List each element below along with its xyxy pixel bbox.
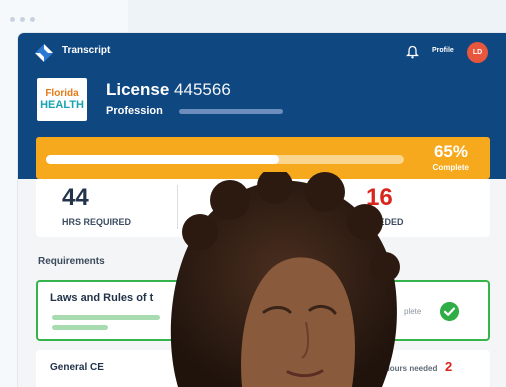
license-label: License [106, 80, 170, 99]
progress-fill [46, 155, 279, 164]
requirement-title: Laws and Rules of t [50, 292, 154, 304]
person-photo [170, 172, 400, 387]
window-dots [10, 17, 35, 22]
progress-percent: 65% [433, 142, 468, 161]
avatar[interactable]: LD [467, 42, 488, 63]
checkmark-icon [440, 302, 459, 321]
florida-health-logo: Florida HEALTH [37, 78, 87, 121]
requirements-heading: Requirements [38, 256, 105, 267]
requirement-placeholder-bar [52, 325, 108, 330]
requirement-title: General CE [50, 362, 104, 373]
app-title: Transcript [62, 45, 111, 56]
profession-placeholder-bar [179, 109, 283, 114]
hours-required-value: 44 [62, 184, 89, 211]
header-area: Transcript Profile LD Florida HEALTH Lic… [18, 33, 506, 179]
window-dot [10, 17, 15, 22]
logo-text-bottom: HEALTH [40, 99, 84, 111]
hours-required-label: HRS REQUIRED [62, 217, 132, 227]
profession-label: Profession [106, 105, 163, 117]
transcript-logo-icon [35, 44, 53, 62]
logo-text-top: Florida [45, 88, 79, 99]
window-dot [20, 17, 25, 22]
bell-icon[interactable] [406, 45, 419, 59]
progress-track [46, 155, 404, 164]
license-heading: License 445566 [106, 80, 231, 100]
window-dot [30, 17, 35, 22]
profile-link[interactable]: Profile [432, 47, 454, 54]
hours-needed-value: 2 [445, 359, 453, 374]
progress-status: Complete [432, 163, 469, 172]
license-number: 445566 [174, 80, 231, 99]
requirement-placeholder-bar [52, 315, 160, 320]
